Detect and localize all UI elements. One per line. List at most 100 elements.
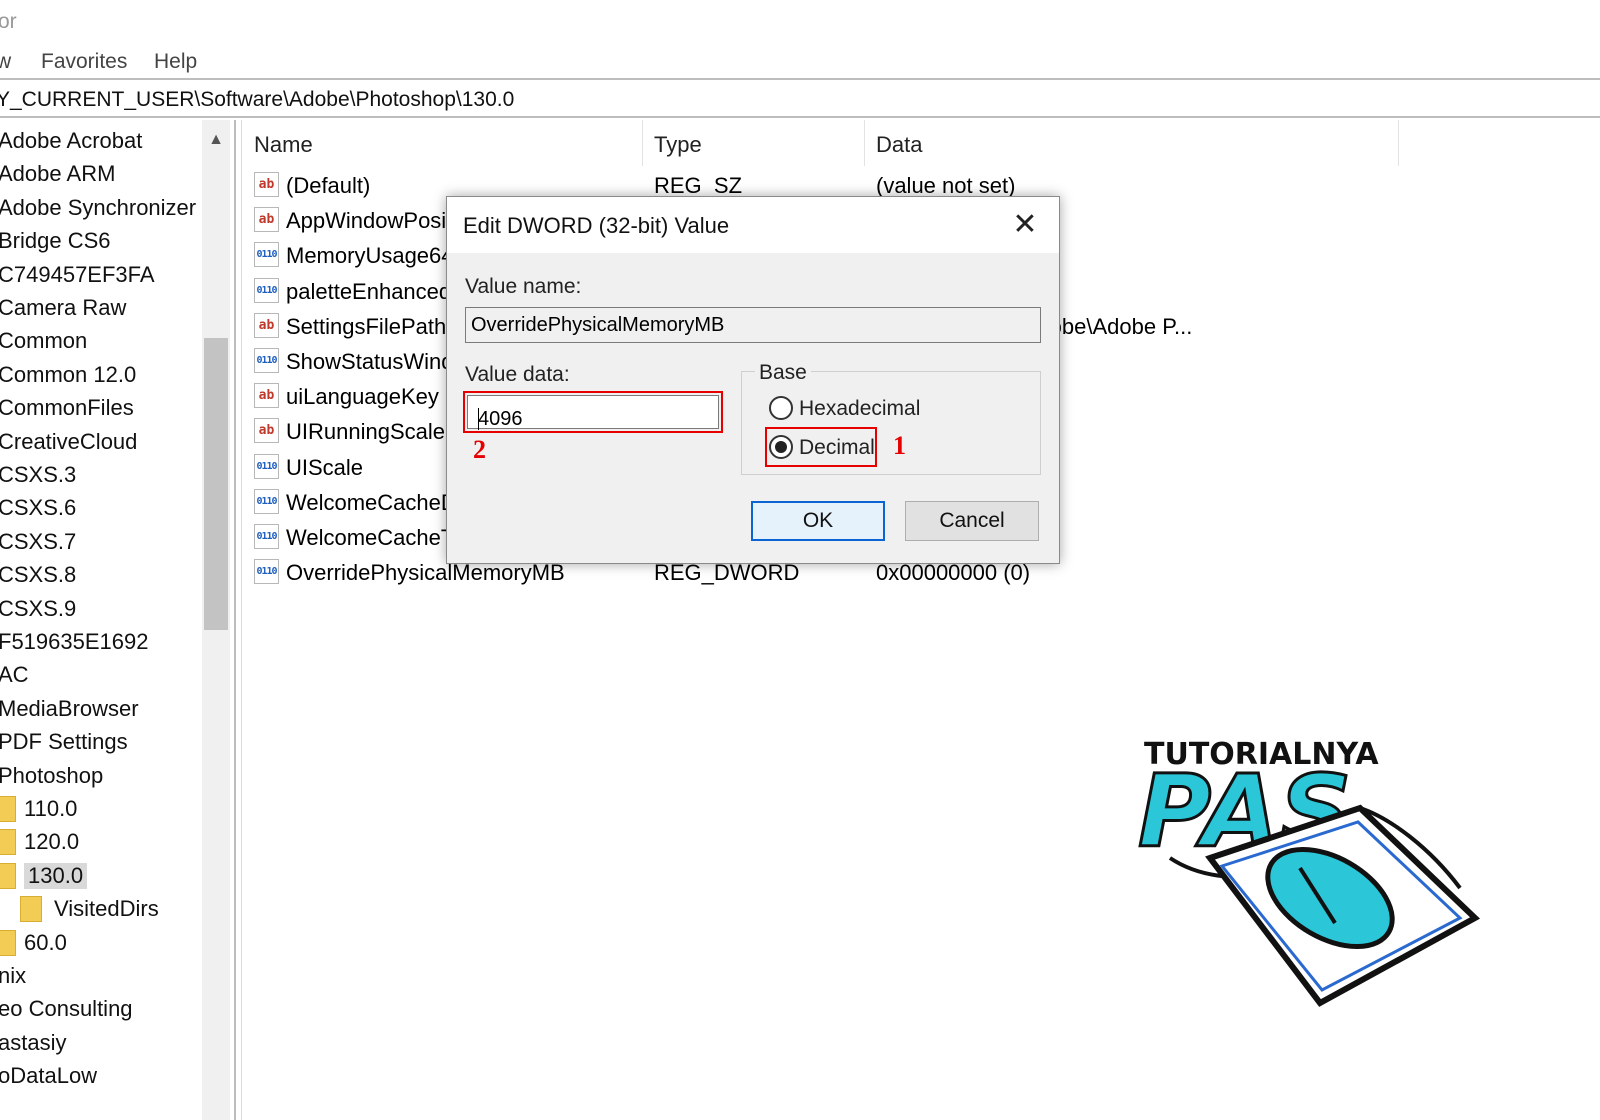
tree-item[interactable]: 120.0 <box>0 825 200 858</box>
tree-item[interactable]: CSXS.7 <box>0 525 200 558</box>
column-header-type[interactable]: Type <box>642 120 864 166</box>
tree-item-label: CSXS.7 <box>0 528 77 554</box>
folder-icon <box>0 862 16 889</box>
tree-item-label: PDF Settings <box>0 729 128 755</box>
tree-item-label: Common 12.0 <box>0 361 137 387</box>
tree-item[interactable]: Bridge CS6 <box>0 224 200 257</box>
tree-item-label: 60.0 <box>24 929 67 955</box>
tree-item[interactable]: AC <box>0 658 200 691</box>
tree-item[interactable]: PDF Settings <box>0 725 200 758</box>
tree-item-label: Bridge CS6 <box>0 228 111 254</box>
tree-item-label: MediaBrowser <box>0 695 139 721</box>
tree-item[interactable]: CommonFiles <box>0 391 200 424</box>
tree-scrollbar[interactable]: ▲ <box>202 120 230 1120</box>
tree-item[interactable]: nix <box>0 959 200 992</box>
tree-item[interactable]: Adobe Synchronizer <box>0 191 200 224</box>
tree-item[interactable]: Common 12.0 <box>0 358 200 391</box>
hexadecimal-radio[interactable] <box>769 396 793 420</box>
edit-dword-dialog: Edit DWORD (32-bit) Value ✕ Value name: … <box>446 196 1060 564</box>
menu-item-view[interactable]: w <box>0 50 11 74</box>
string-value-icon: ab <box>254 383 279 409</box>
tree-item-label: VisitedDirs <box>54 896 159 922</box>
tutorialnya-pas-logo: TUTORIALNYA PAS <box>1137 737 1481 1007</box>
tree-item[interactable]: 110.0 <box>0 792 200 825</box>
tree-item[interactable]: Adobe Acrobat <box>0 124 200 157</box>
tree-item-label: CSXS.8 <box>0 562 77 588</box>
highlight-value-data <box>463 391 723 433</box>
tree-item[interactable]: Common <box>0 324 200 357</box>
value-name-field[interactable]: OverridePhysicalMemoryMB <box>465 307 1041 343</box>
tree-item-label: CSXS.6 <box>0 495 77 521</box>
scroll-up-arrow-icon[interactable]: ▲ <box>202 120 230 160</box>
binary-value-icon: 01​10 <box>254 488 279 514</box>
tree-item[interactable]: C749457EF3FA <box>0 258 200 291</box>
tree-item-label: nix <box>0 963 27 988</box>
tree-item-label: CSXS.3 <box>0 462 77 487</box>
binary-value-icon: 01​10 <box>254 524 279 549</box>
string-value-icon: ab <box>254 418 279 444</box>
annotation-step-1: 1 <box>893 431 906 460</box>
tree-item-label: Photoshop <box>0 762 104 788</box>
tree-item[interactable]: eo Consulting <box>0 992 200 1025</box>
menu-bar: w Favorites Help <box>0 44 1600 80</box>
tree-item[interactable]: CSXS.3 <box>0 458 200 491</box>
column-separator[interactable] <box>1398 120 1399 166</box>
row-name: ShowStatusWind <box>286 349 454 374</box>
registry-tree[interactable]: Adobe Acrobat Adobe ARM Adobe Synchronizer… <box>0 120 236 1120</box>
tree-item-label: 110.0 <box>24 796 78 821</box>
folder-icon <box>0 929 16 956</box>
tree-item-label: C749457EF3FA <box>0 261 155 287</box>
tree-item[interactable]: CSXS.9 <box>0 592 200 625</box>
string-value-icon: ab <box>254 172 279 197</box>
row-name: SettingsFilePath <box>286 313 447 339</box>
menu-item-help[interactable]: Help <box>154 50 197 74</box>
value-name-label: Value name: <box>465 275 582 298</box>
tree-item[interactable]: oDataLow <box>0 1059 200 1092</box>
folder-icon <box>20 896 42 923</box>
column-header-name[interactable]: Name <box>242 120 642 166</box>
ok-button[interactable]: OK <box>751 501 885 541</box>
address-bar[interactable]: Y_CURRENT_USER\Software\Adobe\Photoshop\… <box>0 82 1600 118</box>
tree-item[interactable]: Photoshop <box>0 759 200 792</box>
binary-value-icon: 01​10 <box>254 348 279 373</box>
tree-item-label: AC <box>0 662 29 688</box>
scroll-thumb[interactable] <box>204 338 228 630</box>
row-name: AppWindowPosi <box>286 208 447 234</box>
cancel-button[interactable]: Cancel <box>905 501 1039 541</box>
column-header-data[interactable]: Data <box>864 120 1398 166</box>
tree-item[interactable]: CSXS.8 <box>0 558 200 591</box>
tree-item-label: CommonFiles <box>0 395 134 421</box>
annotation-step-2: 2 <box>473 435 486 464</box>
tree-item[interactable]: CSXS.6 <box>0 491 200 524</box>
tree-item[interactable]: Camera Raw <box>0 291 200 324</box>
tree-item[interactable]: F519635E1692 <box>0 625 200 658</box>
tree-item[interactable]: Adobe ARM <box>0 157 200 190</box>
tree-item[interactable]: MediaBrowser <box>0 692 200 725</box>
row-name: paletteEnhanced <box>286 278 452 304</box>
tree-item[interactable]: CreativeCloud <box>0 425 200 458</box>
string-value-icon: ab <box>254 207 279 233</box>
row-name: uiLanguageKey <box>286 384 439 410</box>
hexadecimal-label[interactable]: Hexadecimal <box>799 397 920 421</box>
tree-item-label: CSXS.9 <box>0 595 77 621</box>
tree-item-label: Adobe ARM <box>0 161 116 187</box>
value-data-label: Value data: <box>465 363 570 386</box>
tree-item[interactable]: 60.0 <box>0 926 200 959</box>
folder-icon <box>0 829 16 856</box>
row-type: REG_DWORD <box>654 560 800 586</box>
close-icon[interactable]: ✕ <box>1005 205 1045 245</box>
menu-item-favorites[interactable]: Favorites <box>41 50 127 74</box>
tree-item[interactable]: VisitedDirs <box>0 892 200 925</box>
tree-item-label: 130.0 <box>24 862 88 889</box>
dialog-title-bar: Edit DWORD (32-bit) Value ✕ <box>447 197 1059 253</box>
highlight-decimal <box>765 427 877 467</box>
row-name: UIScale <box>286 454 364 480</box>
row-data: 0x00000000 (0) <box>876 560 1031 586</box>
binary-value-icon: 01​10 <box>254 559 279 585</box>
tree-item[interactable]: 130.0 <box>0 859 200 892</box>
row-name: (Default) <box>286 173 371 198</box>
tree-item[interactable]: astasiy <box>0 1026 200 1059</box>
tree-item-label: 120.0 <box>24 829 80 855</box>
pane-splitter[interactable] <box>234 120 242 1120</box>
address-path: Y_CURRENT_USER\Software\Adobe\Photoshop\… <box>0 88 515 111</box>
